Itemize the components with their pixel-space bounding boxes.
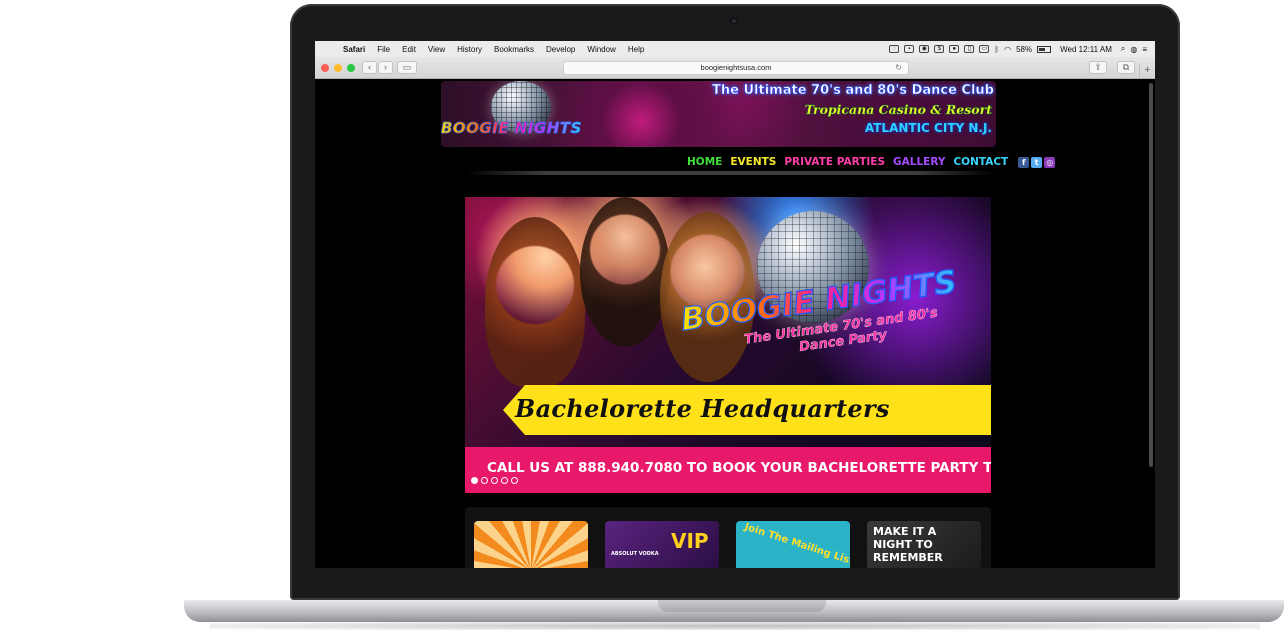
tabs-overview-button[interactable]: ⧉ bbox=[1117, 61, 1135, 74]
phone-icon[interactable]: ▯ bbox=[964, 45, 975, 53]
new-tab-button[interactable]: + bbox=[1139, 64, 1155, 79]
page-scrollbar[interactable] bbox=[1149, 83, 1153, 467]
search-icon[interactable]: ⌕ bbox=[1121, 44, 1125, 54]
slide-dot-1[interactable] bbox=[471, 477, 478, 484]
menu-develop[interactable]: Develop bbox=[540, 45, 581, 54]
eye-icon[interactable]: ◉ bbox=[919, 45, 930, 53]
camera-icon bbox=[730, 17, 738, 25]
web-page: BOOGIE NIGHTS The Ultimate 70's and 80's… bbox=[315, 79, 1155, 568]
menu-help[interactable]: Help bbox=[622, 45, 650, 54]
promo-tile-1[interactable] bbox=[474, 521, 588, 568]
share-button[interactable]: ⇪ bbox=[1089, 61, 1107, 74]
promo-tile-4-text: MAKE IT A NIGHT TO REMEMBER bbox=[873, 525, 943, 564]
user-icon[interactable]: ◍ bbox=[1130, 45, 1137, 54]
menu-safari[interactable]: Safari bbox=[337, 45, 371, 54]
twitter-icon[interactable]: t bbox=[1031, 156, 1043, 168]
wifi-icon[interactable]: ◠ bbox=[1004, 45, 1011, 54]
slide-dot-2[interactable] bbox=[481, 477, 488, 484]
hero-photo-woman-1 bbox=[485, 217, 585, 387]
nav-private-parties[interactable]: PRIVATE PARTIES bbox=[784, 156, 885, 168]
minimize-window-button[interactable] bbox=[334, 64, 342, 72]
macos-menubar: Safari File Edit View History Bookmarks … bbox=[315, 41, 1155, 57]
menu-history[interactable]: History bbox=[451, 45, 488, 54]
nav-home[interactable]: HOME bbox=[687, 156, 722, 168]
header-location: ATLANTIC CITY N.J. bbox=[864, 121, 992, 135]
slide-dot-4[interactable] bbox=[501, 477, 508, 484]
bluetooth-icon[interactable]: ᛒ bbox=[994, 45, 999, 54]
hero-headline: Bachelorette Headquarters bbox=[515, 394, 890, 423]
nav-contact[interactable]: CONTACT bbox=[953, 156, 1008, 168]
menu-list-icon[interactable]: ≡ bbox=[1142, 45, 1147, 54]
slide-dot-5[interactable] bbox=[511, 477, 518, 484]
battery-percent: 58% bbox=[1016, 44, 1033, 54]
nav-gallery[interactable]: GALLERY bbox=[893, 156, 945, 168]
promo-tile-3-text: Join The Mailing List bbox=[743, 521, 850, 568]
menu-view[interactable]: View bbox=[422, 45, 451, 54]
forward-button[interactable]: › bbox=[378, 61, 393, 74]
slide-dot-3[interactable] bbox=[491, 477, 498, 484]
nav-events[interactable]: EVENTS bbox=[730, 156, 776, 168]
laptop-notch bbox=[658, 600, 826, 612]
back-button[interactable]: ‹ bbox=[362, 61, 377, 74]
header-tagline: The Ultimate 70's and 80's Dance Club bbox=[712, 83, 994, 99]
reload-icon[interactable]: ↻ bbox=[895, 62, 902, 74]
facebook-icon[interactable]: f bbox=[1018, 156, 1030, 168]
save-icon[interactable]: ▪ bbox=[904, 45, 915, 53]
promo-tile-4[interactable]: MAKE IT A NIGHT TO REMEMBER bbox=[867, 521, 981, 568]
messages-icon[interactable]: ◌ bbox=[889, 45, 900, 53]
menu-bookmarks[interactable]: Bookmarks bbox=[488, 45, 540, 54]
site-header: BOOGIE NIGHTS The Ultimate 70's and 80's… bbox=[441, 81, 996, 147]
close-window-button[interactable] bbox=[321, 64, 329, 72]
address-bar[interactable]: boogienightsusa.com ↻ bbox=[563, 61, 909, 75]
battery-icon[interactable] bbox=[1037, 45, 1052, 53]
url-text: boogienightsusa.com bbox=[700, 63, 772, 72]
clock[interactable]: Wed 12:11 AM bbox=[1060, 45, 1112, 54]
menu-window[interactable]: Window bbox=[581, 45, 621, 54]
social-links: f t ◎ bbox=[1018, 156, 1056, 168]
laptop-mockup: Safari File Edit View History Bookmarks … bbox=[0, 0, 1284, 640]
promo-tile-2-text: VIP bbox=[671, 529, 709, 553]
hero-slider[interactable]: BOOGIE NIGHTS The Ultimate 70's and 80's… bbox=[465, 197, 991, 493]
hero-photo-woman-2 bbox=[580, 197, 670, 347]
promo-tile-2-sub: ABSOLUT VODKA bbox=[611, 551, 659, 557]
promo-tile-3[interactable]: Join The Mailing List bbox=[736, 521, 850, 568]
dollar-icon[interactable]: $ bbox=[934, 45, 945, 53]
menu-edit[interactable]: Edit bbox=[396, 45, 422, 54]
zoom-window-button[interactable] bbox=[347, 64, 355, 72]
laptop-shadow bbox=[210, 622, 1260, 630]
cta-text[interactable]: CALL US AT 888.940.7080 TO BOOK YOUR BAC… bbox=[487, 460, 991, 476]
slider-pagination bbox=[471, 477, 518, 484]
spotify-icon[interactable]: ● bbox=[949, 45, 960, 53]
menu-file[interactable]: File bbox=[371, 45, 396, 54]
screen: Safari File Edit View History Bookmarks … bbox=[315, 41, 1155, 568]
status-tray: ◌ ▪ ◉ $ ● ▯ ▭ ᛒ ◠ 58% Wed 12:11 AM ⌕ ◍ ≡ bbox=[889, 44, 1155, 54]
instagram-icon[interactable]: ◎ bbox=[1044, 156, 1056, 168]
main-nav: HOME EVENTS PRIVATE PARTIES GALLERY CONT… bbox=[687, 156, 1056, 168]
airplay-icon[interactable]: ▭ bbox=[979, 45, 990, 53]
nav-divider bbox=[465, 171, 995, 175]
safari-toolbar: ‹ › ▭ boogienightsusa.com ↻ ⇪ ⧉ + bbox=[315, 57, 1155, 79]
sidebar-toggle-button[interactable]: ▭ bbox=[397, 61, 417, 74]
promo-tile-2[interactable]: ABSOLUT VODKA VIP bbox=[605, 521, 719, 568]
header-venue: Tropicana Casino & Resort bbox=[804, 102, 992, 117]
site-logo[interactable]: BOOGIE NIGHTS bbox=[441, 119, 582, 138]
